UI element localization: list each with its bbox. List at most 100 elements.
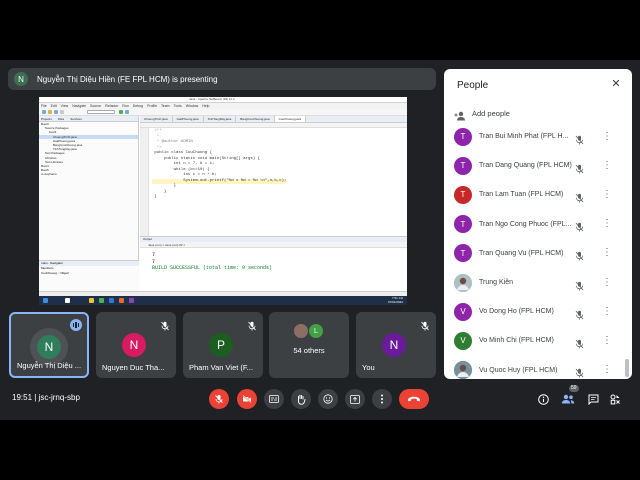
hang-up-icon xyxy=(408,396,420,402)
output-window: Output Java (run) × Java (run) #2 × 7 7 BU… xyxy=(140,236,407,291)
participant-tile[interactable]: P Pham Van Viet (F... xyxy=(183,312,263,378)
close-icon[interactable]: ✕ xyxy=(610,78,622,90)
participant-row[interactable]: T Tran Bui Minh Phat (FPL H... ⋮ xyxy=(444,122,632,151)
participant-name: Tran Bui Minh Phat (FPL H... xyxy=(479,133,569,140)
camera-off-icon xyxy=(242,394,252,404)
participant-tile[interactable]: N Nguyen Duc Tha... xyxy=(96,312,176,378)
more-icon[interactable]: ⋮ xyxy=(602,364,612,376)
mic-off-button[interactable] xyxy=(209,389,229,409)
editor-tab: CuuChuong.java xyxy=(274,116,306,122)
participant-row[interactable]: T Tran Quang Vu (FPL HCM) ⋮ xyxy=(444,239,632,268)
participant-name: Vo Minh Chi (FPL HCM) xyxy=(479,337,554,345)
participant-name: Tran Ngo Cong Phuoc (FPL... xyxy=(479,220,572,228)
people-icon xyxy=(561,394,575,404)
more-icon[interactable]: ⋮ xyxy=(602,131,612,143)
netbeans-icon xyxy=(119,298,124,303)
code-line: } xyxy=(152,195,157,199)
camera-off-button[interactable] xyxy=(237,389,257,409)
more-icon[interactable]: ⋮ xyxy=(602,247,612,259)
more-icon[interactable]: ⋮ xyxy=(602,335,612,347)
avatar: T xyxy=(454,127,472,146)
meeting-time-and-code: 19:51 | jsc-jrnq-sbp xyxy=(12,393,80,402)
navigator-panel: main - Navigator Members CuuChuong :: Ob… xyxy=(39,260,139,291)
speaking-indicator-icon xyxy=(70,319,82,331)
info-icon xyxy=(537,393,549,405)
edge-icon xyxy=(109,298,114,303)
navigator-row: CuuChuong :: Object xyxy=(41,271,70,275)
participant-name: Vo Dong Ho (FPL HCM) xyxy=(479,308,554,316)
editor-tab: BangCuuChuong.java xyxy=(236,116,275,122)
tile-name: Nguyễn Thị Diệu ... xyxy=(17,361,82,370)
participant-row[interactable]: T Tran Dang Quang (FPL HCM) ⋮ xyxy=(444,151,632,180)
people-panel-title: People xyxy=(457,80,489,91)
emoji-button[interactable] xyxy=(318,389,338,409)
participant-tile[interactable]: L 54 others xyxy=(269,312,349,378)
more-options-button[interactable] xyxy=(372,389,392,409)
chat-button[interactable] xyxy=(586,392,600,406)
editor-gutter xyxy=(140,128,149,236)
output-tabs: Java (run) × Java (run) #2 × xyxy=(140,242,407,248)
ide-toolbar xyxy=(39,109,407,116)
avatar: N xyxy=(37,335,61,359)
tree-item: vi-du-jframe xyxy=(41,172,57,177)
project-tab: Files xyxy=(57,117,65,121)
participant-row[interactable]: Vu Quoc Huy (FPL HCM) ⋮ xyxy=(444,356,632,379)
participant-name: Tran Lam Tuan (FPL HCM) xyxy=(479,191,564,199)
presenter-banner: N Nguyễn Thị Diệu Hiền (FE FPL HCM) is p… xyxy=(8,68,436,90)
more-icon[interactable]: ⋮ xyxy=(602,160,612,172)
emoji-icon xyxy=(323,394,333,404)
more-icon[interactable]: ⋮ xyxy=(602,218,612,230)
others-count-label: 54 others xyxy=(293,346,325,355)
leave-call-button[interactable] xyxy=(399,389,429,409)
meeting-details-button[interactable] xyxy=(536,392,550,406)
project-tab: Projects xyxy=(41,117,52,121)
add-person-icon xyxy=(454,108,466,121)
participant-name: Tran Dang Quang (FPL HCM) xyxy=(479,162,572,170)
more-icon[interactable]: ⋮ xyxy=(602,306,612,318)
raise-hand-button[interactable] xyxy=(291,389,311,409)
participant-row[interactable]: V Vo Minh Chi (FPL HCM) ⋮ xyxy=(444,326,632,355)
explorer-icon xyxy=(89,298,94,303)
participant-tile[interactable]: N You xyxy=(356,312,436,378)
windows-start-icon xyxy=(43,298,48,303)
present-button[interactable] xyxy=(345,389,365,409)
chat-icon xyxy=(588,394,598,405)
editor-tab: TinhTongDay.java xyxy=(204,116,237,122)
participant-row[interactable]: V Vo Dong Ho (FPL HCM) ⋮ xyxy=(444,297,632,326)
participant-row[interactable]: Trung Kiên ⋮ xyxy=(444,268,632,297)
people-button[interactable] xyxy=(561,392,575,406)
add-people-label: Add people xyxy=(472,108,510,118)
mic-off-icon xyxy=(575,336,584,349)
taskbar-clock: 7:51 CH 07/01/2022 xyxy=(387,296,403,304)
avatar: T xyxy=(454,185,472,204)
participant-row[interactable]: T Tran Lam Tuan (FPL HCM) ⋮ xyxy=(444,180,632,209)
mic-off-icon xyxy=(420,318,430,331)
code-area: /** * * @author ADMIN */ public class Cu… xyxy=(152,129,287,201)
captions-button[interactable] xyxy=(264,389,284,409)
participant-tile[interactable]: N Nguyễn Thị Diệu ... xyxy=(9,312,89,378)
output-line: BUILD SUCCESSFUL (total time: 0 seconds) xyxy=(152,265,273,271)
avatar: V xyxy=(454,331,472,350)
activities-icon xyxy=(610,394,620,404)
editor-tab: GiaiPhuong.java xyxy=(173,116,204,122)
search-icon xyxy=(65,298,70,303)
tile-name: Nguyen Duc Tha... xyxy=(102,363,165,372)
more-icon[interactable]: ⋮ xyxy=(602,189,612,201)
project-tab: Services xyxy=(70,117,82,121)
mic-off-icon xyxy=(575,132,584,144)
windows-taskbar: 7:51 CH 07/01/2022 xyxy=(39,296,407,305)
activities-button[interactable] xyxy=(608,392,622,406)
mic-off-icon xyxy=(575,278,584,290)
toolbar-config-select xyxy=(87,110,115,114)
editor-tab: ChuongTrinh.java xyxy=(140,116,173,122)
debug-icon xyxy=(125,110,129,114)
add-people-button[interactable]: Add people xyxy=(454,107,510,121)
presenter-label: Nguyễn Thị Diệu Hiền (FE FPL HCM) is pre… xyxy=(37,74,218,84)
clock-date: 07/01/2022 xyxy=(387,299,403,304)
panel-scrollbar[interactable] xyxy=(625,359,629,377)
present-icon xyxy=(350,394,360,404)
code-editor: ChuongTrinh.java GiaiPhuong.java TinhTongD… xyxy=(140,116,407,236)
more-icon[interactable]: ⋮ xyxy=(602,277,612,289)
avatar: P xyxy=(209,333,233,357)
participant-row[interactable]: T Tran Ngo Cong Phuoc (FPL... ⋮ xyxy=(444,210,632,239)
